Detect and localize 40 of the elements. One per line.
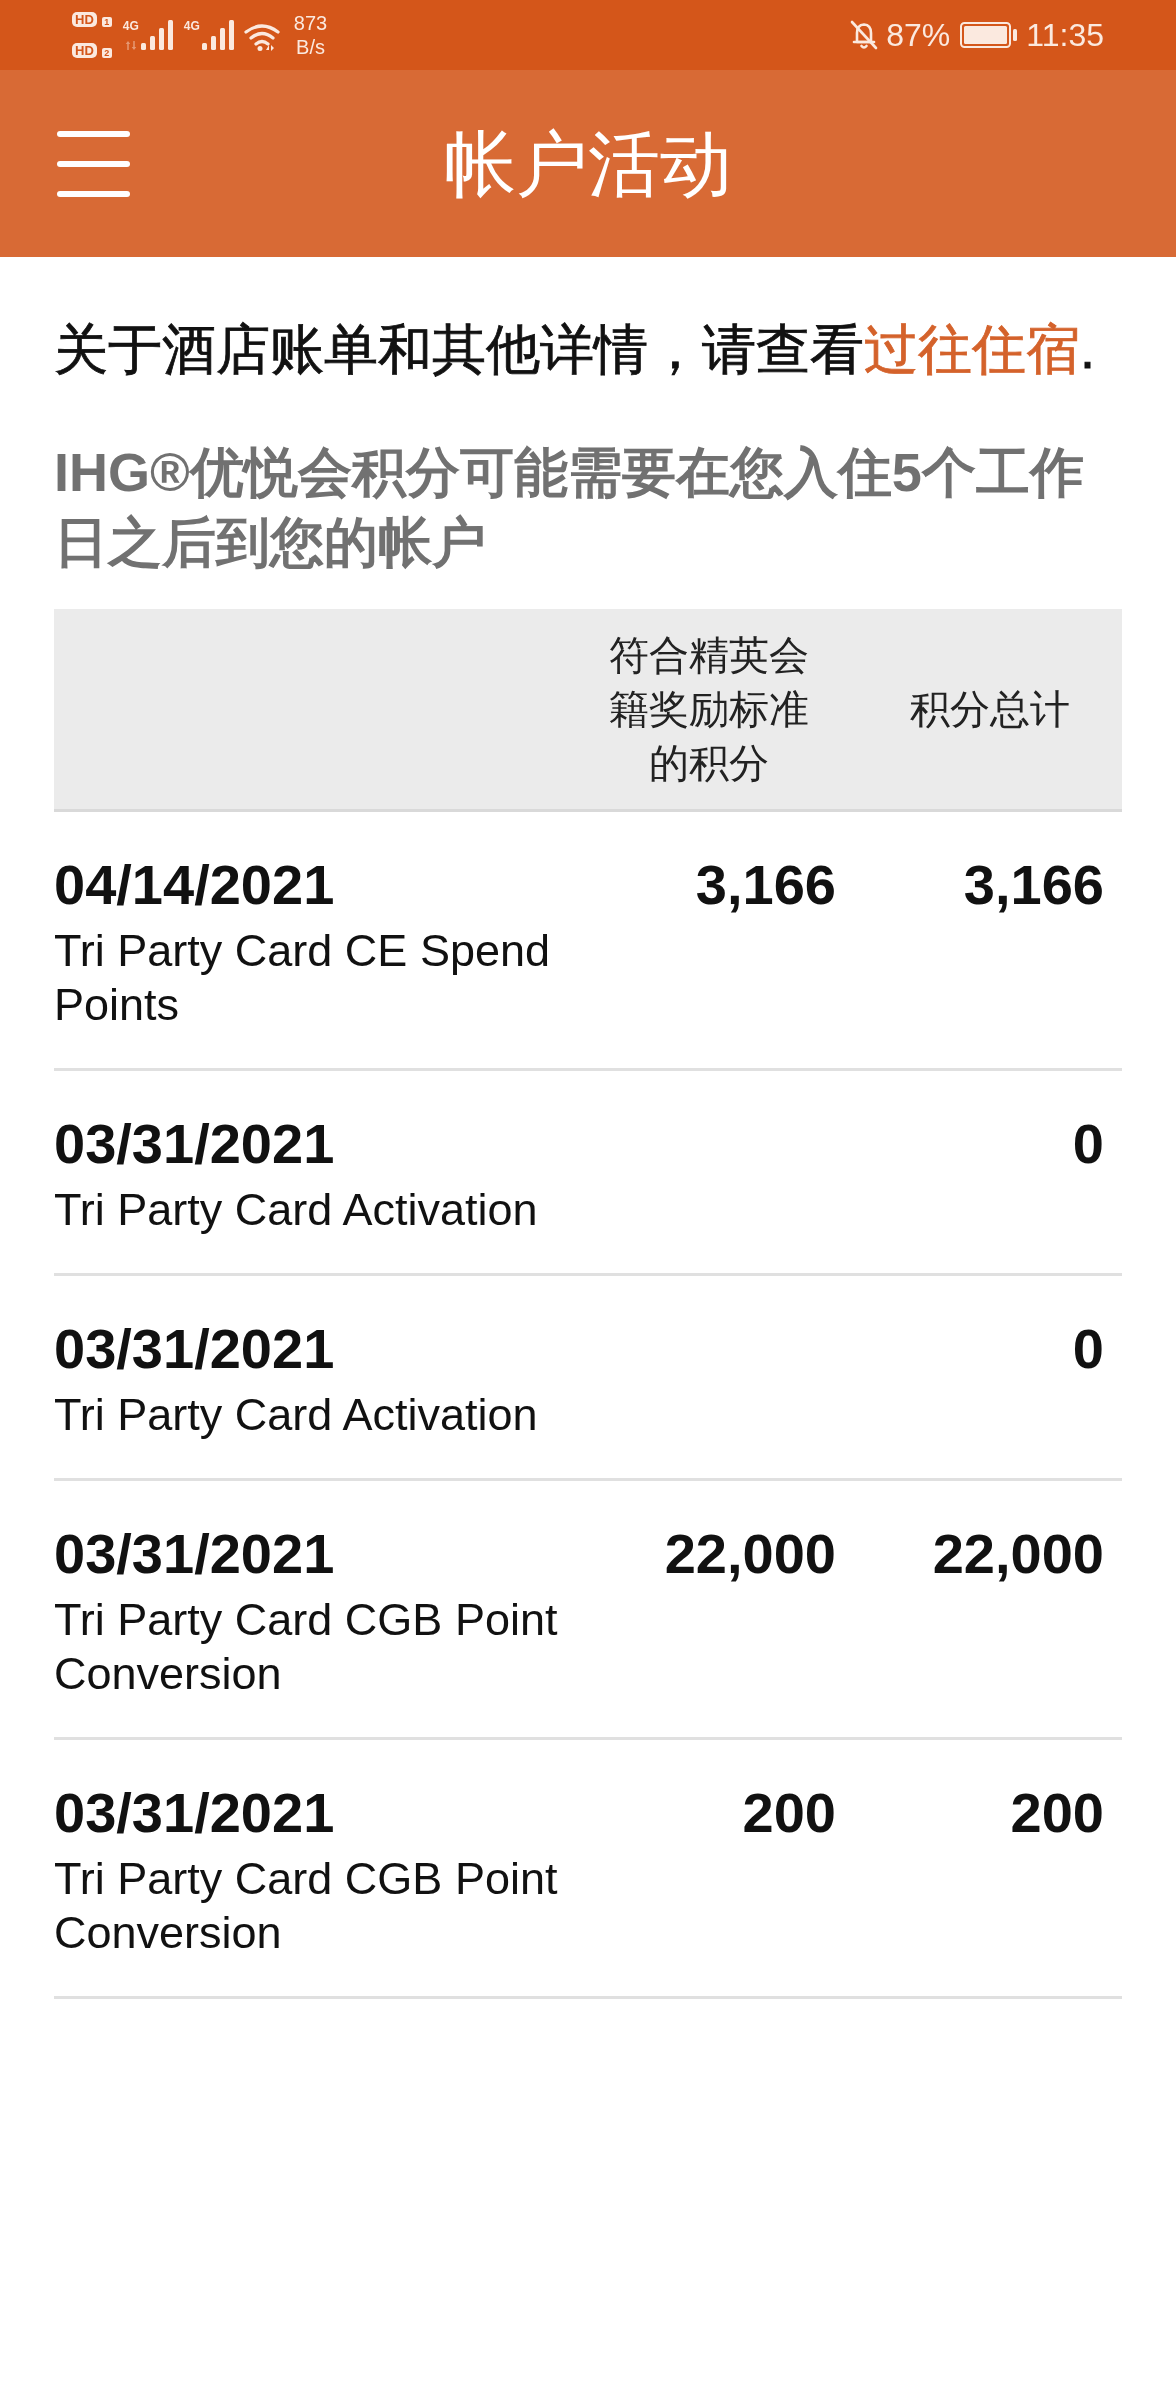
network-speed-value: 873 (293, 11, 328, 35)
total-points: 22,000 (932, 1522, 1104, 1585)
transaction-date: 03/31/2021 (54, 1316, 336, 1382)
points-note: IHG®优悦会积分可能需要在您入住5个工作日之后到您的帐户 (54, 441, 1085, 574)
transaction-date: 03/31/2021 (54, 1521, 336, 1587)
network-speed-unit: B/s (296, 35, 325, 59)
battery-icon (960, 22, 1019, 48)
past-stays-link[interactable]: 过往住宿 (864, 319, 1080, 379)
menu-icon[interactable] (57, 130, 130, 197)
total-points: 0 (1072, 1112, 1104, 1175)
hd-badge: HD (72, 43, 97, 58)
transaction-description: Tri Party Card Activation (54, 1388, 539, 1442)
total-points: 3,166 (963, 853, 1104, 916)
qualifying-points: 3,166 (695, 853, 836, 916)
network-type: 4G (183, 20, 200, 32)
total-points: 200 (1010, 1781, 1104, 1844)
transaction-description: Tri Party Card CGB Point Conversion (54, 1852, 559, 1960)
page-title: 帐户活动 (444, 122, 732, 206)
bell-slash-icon (850, 20, 879, 50)
transaction-date: 03/31/2021 (54, 1111, 336, 1177)
network-type: 4G (122, 20, 139, 32)
transaction-description: Tri Party Card CE Spend Points (54, 924, 551, 1032)
signal-bars-icon (201, 20, 234, 50)
battery-percent: 87% (886, 17, 951, 53)
transaction-description: Tri Party Card Activation (54, 1183, 539, 1237)
sim-slot-badge: 1 (101, 17, 112, 27)
column-header: 积分总计 (910, 687, 1070, 731)
transaction-date: 04/14/2021 (54, 852, 336, 918)
wifi-icon (243, 23, 280, 51)
transaction-date: 03/31/2021 (54, 1780, 336, 1846)
notice-text: 关于酒店账单和其他详情，请查看过往住宿. (54, 318, 1096, 381)
status-time: 11:35 (1026, 17, 1104, 53)
column-header: 符合精英会籍奖励标准的积分 (609, 632, 809, 787)
qualifying-points: 200 (742, 1781, 836, 1844)
hd-badge: HD (72, 12, 97, 27)
signal-bars-icon (140, 20, 173, 50)
total-points: 0 (1072, 1317, 1104, 1380)
qualifying-points: 22,000 (664, 1522, 836, 1585)
sim-slot-badge: 2 (101, 48, 112, 58)
transaction-description: Tri Party Card CGB Point Conversion (54, 1593, 559, 1701)
